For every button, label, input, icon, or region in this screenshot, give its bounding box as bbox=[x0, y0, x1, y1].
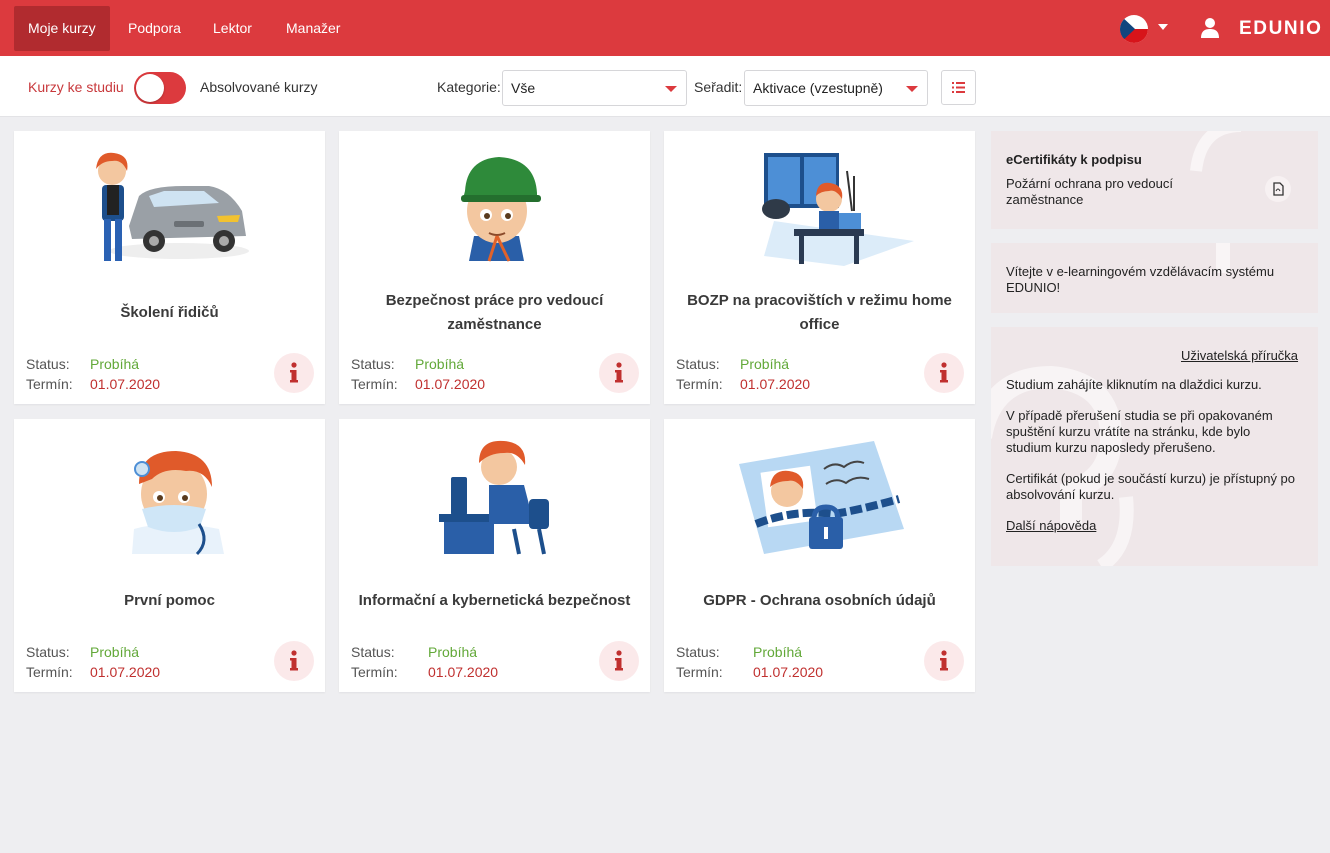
info-button[interactable] bbox=[274, 641, 314, 681]
term-label: Termín: bbox=[351, 664, 398, 680]
help-paragraph-start: Studium zahájíte kliknutím na dlaždici k… bbox=[1006, 377, 1262, 392]
course-card[interactable]: Informační a kybernetická bezpečnost Sta… bbox=[339, 419, 650, 692]
course-title: GDPR - Ochrana osobních údajů bbox=[703, 592, 936, 609]
term-date: 01.07.2020 bbox=[740, 376, 811, 392]
welcome-panel: Vítejte v e-learningovém vzdělávacím sys… bbox=[991, 243, 1318, 313]
status-label: Status: bbox=[26, 644, 70, 660]
help-paragraph-resume: V případě přerušení studia se při opakov… bbox=[1006, 408, 1273, 455]
status-label: Status: bbox=[676, 356, 720, 372]
sort-value: Aktivace (vzestupně) bbox=[753, 80, 883, 96]
list-view-button[interactable] bbox=[941, 70, 976, 105]
status-value: Probíhá bbox=[753, 644, 803, 660]
status-label: Status: bbox=[351, 356, 395, 372]
help-paragraph-certificate: Certifikát (pokud je součástí kurzu) je … bbox=[1006, 471, 1296, 502]
info-button[interactable] bbox=[274, 353, 314, 393]
certificate-item[interactable]: Požární ochrana pro vedoucí zaměstnance bbox=[1006, 176, 1211, 208]
toggle-label-completed[interactable]: Absolvované kurzy bbox=[200, 79, 318, 95]
info-button[interactable] bbox=[599, 353, 639, 393]
term-label: Termín: bbox=[676, 376, 723, 392]
caret-down-icon bbox=[906, 86, 918, 92]
sort-select[interactable]: Aktivace (vzestupně) bbox=[744, 70, 928, 106]
status-label: Status: bbox=[351, 644, 395, 660]
course-card[interactable]: První pomoc Status: Probíhá Termín: 01.0… bbox=[14, 419, 325, 692]
certificates-panel: eCertifikáty k podpisu Požární ochrana p… bbox=[991, 131, 1318, 229]
term-label: Termín: bbox=[26, 376, 73, 392]
computer-user-illustration bbox=[439, 440, 549, 555]
toggle-knob[interactable] bbox=[136, 74, 164, 102]
course-card[interactable]: GDPR - Ochrana osobních údajů Status: Pr… bbox=[664, 419, 975, 692]
pdf-button[interactable] bbox=[1265, 176, 1291, 202]
user-manual-link[interactable]: Uživatelská příručka bbox=[1181, 348, 1298, 364]
course-title: Informační a kybernetická bezpečnost bbox=[358, 592, 631, 609]
nav-support[interactable]: Podpora bbox=[114, 6, 195, 51]
user-icon[interactable] bbox=[1200, 17, 1220, 39]
info-icon bbox=[940, 362, 948, 383]
top-navbar: Moje kurzy Podpora Lektor Manažer EDUNIO bbox=[0, 0, 1330, 56]
info-icon bbox=[615, 362, 623, 383]
courses-toggle[interactable] bbox=[134, 72, 186, 104]
info-button[interactable] bbox=[599, 641, 639, 681]
welcome-text: Vítejte v e-learningovém vzdělávacím sys… bbox=[1006, 264, 1275, 295]
term-date: 01.07.2020 bbox=[90, 664, 161, 680]
term-date: 01.07.2020 bbox=[415, 376, 486, 392]
edunio-logo: EDUNIO bbox=[1239, 18, 1323, 39]
course-title: První pomoc bbox=[124, 592, 215, 609]
course-card[interactable]: Bezpečnost práce pro vedoucí zaměstnance… bbox=[339, 131, 650, 404]
info-icon bbox=[940, 650, 948, 671]
course-card[interactable]: BOZP na pracovištích v režimu home offic… bbox=[664, 131, 975, 404]
driver-with-car-illustration bbox=[96, 152, 249, 261]
list-icon bbox=[952, 82, 965, 93]
category-select[interactable]: Vše bbox=[502, 70, 687, 106]
more-help-link[interactable]: Další nápověda bbox=[1006, 518, 1096, 534]
status-value: Probíhá bbox=[90, 644, 140, 660]
course-title: Školení řidičů bbox=[120, 304, 219, 321]
term-date: 01.07.2020 bbox=[753, 664, 824, 680]
status-value: Probíhá bbox=[740, 356, 790, 372]
status-value: Probíhá bbox=[90, 356, 140, 372]
info-button[interactable] bbox=[924, 641, 964, 681]
course-title: BOZP na pracovištích v režimu home offic… bbox=[687, 292, 952, 333]
czech-flag-icon[interactable] bbox=[1120, 15, 1148, 43]
caret-down-icon bbox=[665, 86, 677, 92]
status-label: Status: bbox=[676, 644, 720, 660]
info-button[interactable] bbox=[924, 353, 964, 393]
sort-label: Seřadit: bbox=[694, 79, 743, 95]
course-title: Bezpečnost práce pro vedoucí zaměstnance bbox=[385, 292, 604, 333]
pdf-icon bbox=[1273, 182, 1284, 196]
help-panel: Uživatelská příručka Studium zahájíte kl… bbox=[991, 327, 1318, 566]
worker-helmet-illustration bbox=[461, 157, 541, 262]
nav-my-courses[interactable]: Moje kurzy bbox=[14, 6, 110, 51]
doctor-mask-illustration bbox=[132, 451, 224, 556]
info-icon bbox=[290, 650, 298, 671]
term-date: 01.07.2020 bbox=[428, 664, 499, 680]
category-label: Kategorie: bbox=[437, 79, 501, 95]
status-value: Probíhá bbox=[428, 644, 478, 660]
chevron-down-icon[interactable] bbox=[1158, 24, 1168, 30]
term-date: 01.07.2020 bbox=[90, 376, 161, 392]
course-card[interactable]: Školení řidičů Status: Probíhá Termín: 0… bbox=[14, 131, 325, 404]
info-icon bbox=[615, 650, 623, 671]
filter-bar: Kurzy ke studiu Absolvované kurzy Katego… bbox=[0, 56, 1330, 117]
info-icon bbox=[290, 362, 298, 383]
nav-manager[interactable]: Manažer bbox=[272, 6, 354, 51]
id-card-lock-illustration bbox=[739, 441, 904, 554]
term-label: Termín: bbox=[351, 376, 398, 392]
status-label: Status: bbox=[26, 356, 70, 372]
term-label: Termín: bbox=[26, 664, 73, 680]
nav-lector[interactable]: Lektor bbox=[199, 6, 266, 51]
toggle-label-current[interactable]: Kurzy ke studiu bbox=[28, 79, 124, 95]
home-office-illustration bbox=[762, 153, 914, 266]
term-label: Termín: bbox=[676, 664, 723, 680]
category-value: Vše bbox=[511, 80, 536, 96]
status-value: Probíhá bbox=[415, 356, 465, 372]
certificates-title: eCertifikáty k podpisu bbox=[1006, 152, 1142, 167]
